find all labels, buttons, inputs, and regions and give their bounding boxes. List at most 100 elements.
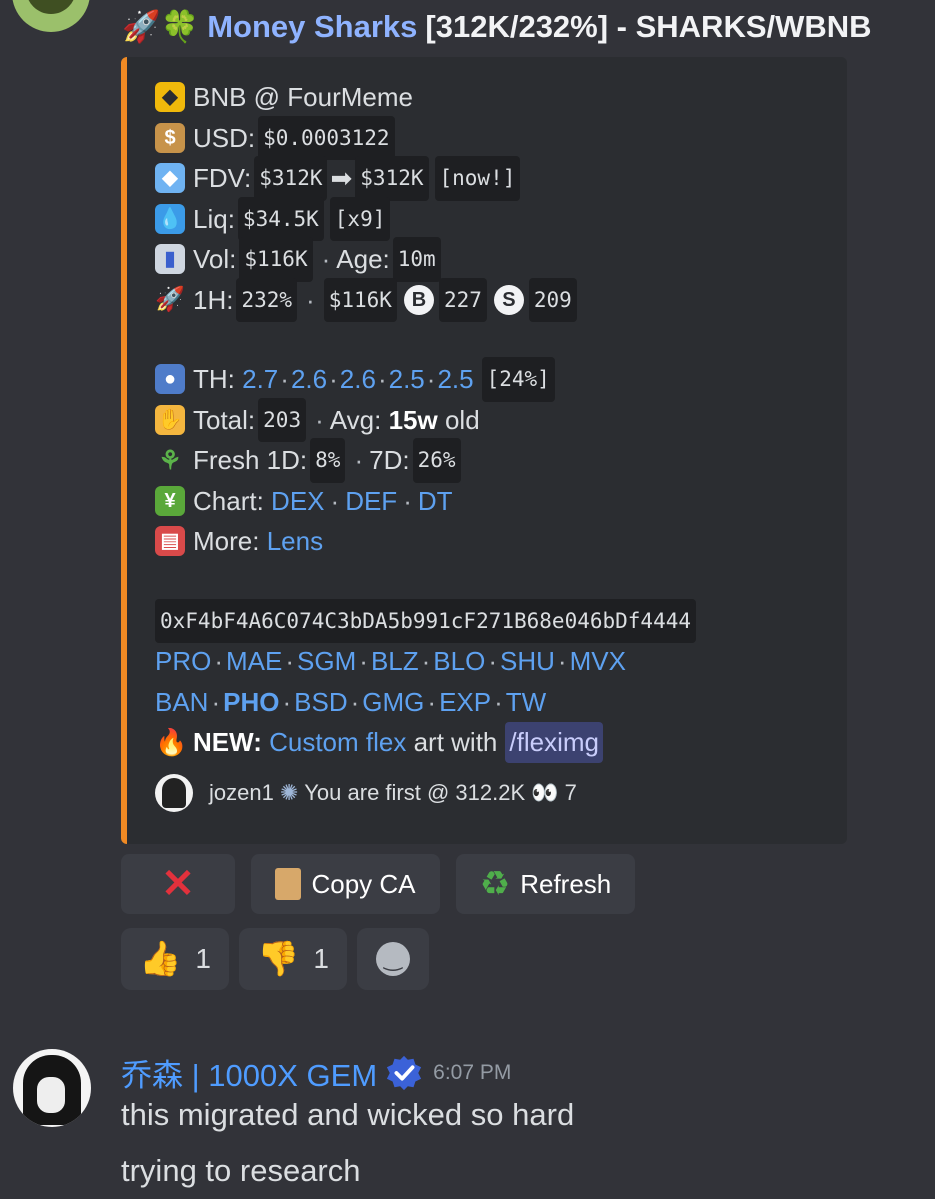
eyes-icon: 👀 — [531, 779, 559, 805]
fresh-7d: 26% — [412, 438, 461, 483]
buy-icon: B — [403, 284, 434, 315]
h1-line: 🚀 1H: 232% · $116K B 227 S 209 — [155, 277, 823, 322]
th-link[interactable]: 2.5 — [389, 359, 425, 400]
bnb-icon: ◆ — [155, 82, 185, 113]
chart-link-dt[interactable]: DT — [418, 481, 453, 522]
new-line: 🔥 NEW: Custom flex art with /fleximg — [155, 722, 823, 763]
th-label: TH: — [193, 364, 235, 394]
link-blz[interactable]: BLZ — [371, 641, 419, 682]
usd-label: USD: — [193, 122, 256, 153]
diamond-icon: ◆ — [155, 163, 185, 194]
refresh-label: Refresh — [520, 868, 612, 899]
th-link[interactable]: 2.5 — [437, 359, 473, 400]
contract-line: 0xF4bF4A6C074C3bDA5b991cF271B68e046bDf44… — [155, 598, 823, 643]
user-avatar[interactable] — [13, 1049, 91, 1127]
total-label: Total: — [193, 404, 256, 435]
contract-address[interactable]: 0xF4bF4A6C074C3bDA5b991cF271B68e046bDf44… — [155, 598, 697, 643]
thumbs-down-count: 1 — [313, 943, 329, 974]
close-icon: ✕ — [161, 862, 195, 906]
avg-value: 15w — [388, 404, 438, 435]
verified-badge-icon — [387, 1055, 422, 1090]
seedling-icon: ⚘ — [158, 445, 182, 476]
fresh-1d: 8% — [310, 438, 346, 483]
h1-sells: 209 — [528, 277, 577, 322]
close-button[interactable]: ✕ — [121, 854, 235, 914]
smiley-icon: ‿ — [376, 942, 410, 976]
avg-suffix: old — [444, 404, 480, 435]
link-shu[interactable]: SHU — [500, 641, 555, 682]
link-tw[interactable]: TW — [506, 682, 546, 723]
link-blo[interactable]: BLO — [433, 641, 485, 682]
droplets-icon: 💧 — [155, 203, 185, 234]
link-ban[interactable]: BAN — [155, 682, 208, 723]
th-pct: [24%] — [481, 357, 555, 402]
avg-label: Avg: — [329, 404, 382, 435]
link-gmg[interactable]: GMG — [362, 682, 424, 723]
fresh-7d-label: 7D: — [369, 445, 410, 475]
people-icon: ● — [155, 364, 185, 395]
lens-link[interactable]: Lens — [267, 521, 323, 562]
custom-flex-link[interactable]: Custom flex — [269, 722, 406, 763]
link-bsd[interactable]: BSD — [294, 682, 347, 723]
chart-link-dex[interactable]: DEX — [271, 481, 324, 522]
yen-chart-icon: ¥ — [155, 485, 185, 516]
link-sgm[interactable]: SGM — [297, 641, 356, 682]
message-line: trying to research — [121, 1153, 361, 1188]
vol-value: $116K — [239, 237, 313, 282]
refresh-button[interactable]: ♻ Refresh — [456, 854, 635, 914]
liq-label: Liq: — [193, 203, 235, 234]
fresh-label: Fresh 1D: — [193, 445, 308, 475]
thumbs-up-icon: 👍 — [139, 940, 182, 978]
add-reaction-button[interactable]: ‿ — [357, 928, 429, 990]
new-label: NEW: — [193, 727, 262, 757]
vol-label: Vol: — [193, 244, 237, 274]
reaction-thumbs-down[interactable]: 👎 1 — [239, 928, 347, 990]
h1-vol: $116K — [323, 277, 397, 322]
links-row-2: BAN · PHO · BSD · GMG · EXP · TW — [155, 682, 823, 723]
dash-icon: ✺ — [279, 779, 299, 805]
chart-link-def[interactable]: DEF — [345, 481, 397, 522]
h1-pct: 232% — [236, 277, 298, 322]
more-label: More: — [193, 526, 260, 556]
total-line: ✋ Total: 203 · Avg: 15w old — [155, 397, 823, 442]
money-bag-icon: $ — [155, 122, 185, 153]
th-link[interactable]: 2.7 — [242, 359, 278, 400]
arrow-right-icon: ➡ — [330, 163, 353, 193]
link-pro[interactable]: PRO — [155, 641, 211, 682]
links-row-1: PRO · MAE · SGM · BLZ · BLO · SHU · MVX — [155, 641, 823, 682]
author-name[interactable]: 乔森 | 1000X GEM — [121, 1050, 377, 1095]
link-mvx[interactable]: MVX — [570, 641, 626, 682]
th-link[interactable]: 2.6 — [340, 359, 376, 400]
rocket-icon: 🚀 — [155, 285, 185, 313]
bar-chart-icon: ▮ — [155, 244, 185, 275]
link-mae[interactable]: MAE — [226, 641, 282, 682]
handshake-icon: ✋ — [155, 404, 185, 435]
link-exp[interactable]: EXP — [439, 682, 491, 723]
fire-icon: 🔥 — [155, 727, 188, 758]
bot-name[interactable]: Money Sharks — [207, 9, 417, 45]
reactions: 👍 1 👎 1 ‿ — [121, 928, 429, 990]
age-label: Age: — [336, 244, 390, 274]
liq-mult: [x9] — [329, 196, 391, 241]
bot-avatar[interactable] — [12, 0, 90, 32]
fdv-from: $312K — [254, 156, 328, 201]
footer-avatar — [155, 773, 193, 812]
usd-line: $ USD: $0.0003122 — [155, 115, 823, 160]
copy-ca-button[interactable]: Copy CA — [251, 854, 440, 914]
usd-value: $0.0003122 — [258, 115, 395, 160]
h1-label: 1H: — [193, 284, 234, 315]
chain-text: BNB @ FourMeme — [193, 82, 413, 112]
recycle-icon: ♻ — [479, 865, 511, 903]
fleximg-command[interactable]: /fleximg — [505, 722, 603, 763]
embed-title: 🚀🍀 Money Sharks [312K/232%] - SHARKS/WBN… — [122, 8, 872, 45]
total-value: 203 — [258, 397, 307, 442]
vol-line: ▮ Vol: $116K · Age: 10m — [155, 237, 823, 282]
chain-line: ◆ BNB @ FourMeme — [155, 77, 823, 118]
fdv-to: $312K — [355, 156, 429, 201]
title-rest: [312K/232%] - SHARKS/WBNB — [425, 8, 872, 44]
reaction-thumbs-up[interactable]: 👍 1 — [121, 928, 229, 990]
th-link[interactable]: 2.6 — [291, 359, 327, 400]
fdv-label: FDV: — [193, 163, 252, 193]
fdv-tag: [now!] — [434, 156, 521, 201]
link-pho[interactable]: PHO — [223, 682, 279, 723]
